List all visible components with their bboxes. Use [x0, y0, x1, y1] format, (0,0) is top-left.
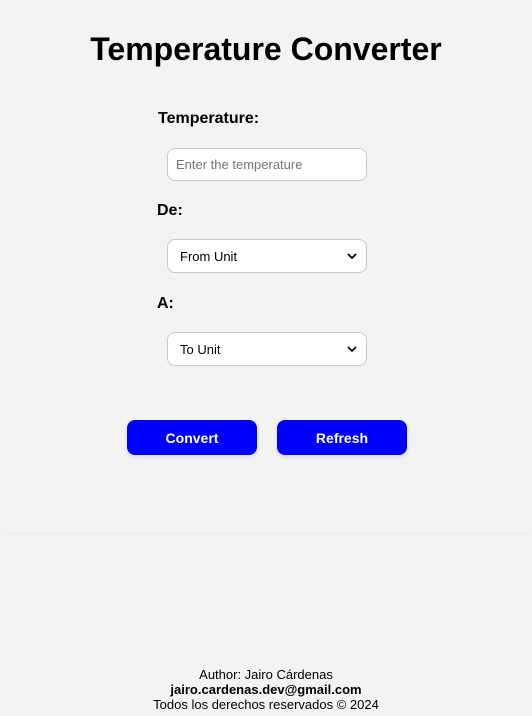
- footer-rights: Todos los derechos reservados © 2024: [153, 697, 379, 712]
- to-unit-label: A:: [157, 295, 174, 312]
- from-unit-value: From Unit: [180, 248, 238, 264]
- page: Temperature Converter Temperature: De: F…: [0, 0, 532, 716]
- from-unit-select[interactable]: From Unit: [167, 239, 367, 273]
- footer-email: jairo.cardenas.dev@gmail.com: [170, 682, 362, 697]
- to-unit-value: To Unit: [180, 341, 221, 357]
- refresh-button[interactable]: Refresh: [277, 420, 407, 455]
- footer: Author: Jairo Cárdenas jairo.cardenas.de…: [0, 667, 532, 712]
- chevron-down-icon: [346, 343, 358, 355]
- to-unit-select[interactable]: To Unit: [167, 332, 367, 366]
- converter-card: Temperature Converter Temperature: De: F…: [0, 0, 532, 532]
- from-unit-label: De:: [157, 202, 183, 219]
- temperature-input[interactable]: [167, 148, 367, 181]
- footer-author: Author: Jairo Cárdenas: [199, 667, 333, 682]
- page-title: Temperature Converter: [90, 31, 442, 67]
- chevron-down-icon: [346, 250, 358, 262]
- convert-button[interactable]: Convert: [127, 420, 257, 455]
- temperature-label: Temperature:: [158, 110, 260, 127]
